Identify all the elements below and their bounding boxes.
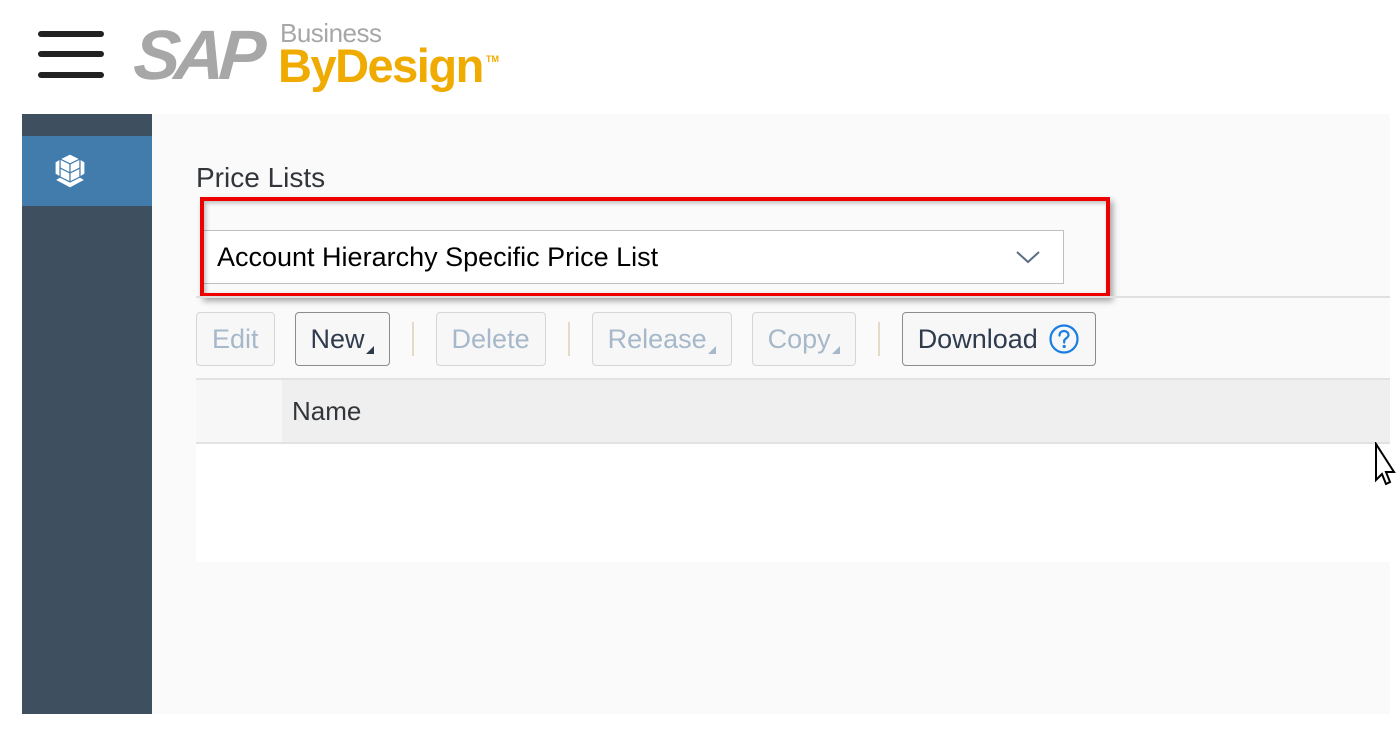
- release-button-label: Release: [607, 323, 707, 354]
- toolbar-separator: [877, 322, 880, 356]
- column-header-name-label: Name: [292, 395, 362, 426]
- toolbar: Edit New Delete Release Copy Download: [196, 312, 1096, 366]
- copy-button[interactable]: Copy: [751, 312, 856, 366]
- edit-button-label: Edit: [212, 323, 259, 354]
- delete-button-label: Delete: [451, 323, 530, 354]
- price-list-type-select[interactable]: Account Hierarchy Specific Price List: [202, 230, 1064, 284]
- column-header-name[interactable]: Name: [282, 380, 1390, 442]
- cube-icon: [53, 153, 87, 189]
- download-button-label: Download: [917, 323, 1038, 354]
- question-circle-icon[interactable]: [1048, 323, 1080, 355]
- chevron-down-icon[interactable]: [1015, 249, 1041, 265]
- logo-sap-text: SAP: [131, 16, 263, 94]
- menu-triangle-icon: [831, 346, 840, 354]
- new-button-label: New: [310, 323, 365, 354]
- menu-triangle-icon: [707, 346, 716, 354]
- release-button[interactable]: Release: [591, 312, 732, 366]
- toolbar-separator: [411, 322, 414, 356]
- copy-button-label: Copy: [767, 323, 831, 354]
- sidebar: [22, 114, 152, 714]
- section-divider: [196, 296, 1390, 298]
- edit-button[interactable]: Edit: [196, 312, 275, 366]
- logo-trademark: TM: [486, 54, 499, 64]
- menu-triangle-icon: [365, 346, 374, 354]
- sap-bydesign-logo: SAP Business ByDesign TM: [131, 14, 514, 94]
- logo-bydesign-text: ByDesign: [278, 39, 484, 92]
- page-title: Price Lists: [196, 162, 326, 193]
- hamburger-icon-bar: [38, 51, 104, 57]
- toolbar-separator: [567, 322, 570, 356]
- main-content: Price Lists Account Hierarchy Specific P…: [152, 114, 1390, 714]
- hamburger-menu-button[interactable]: [38, 30, 106, 80]
- hamburger-icon-bar: [38, 72, 104, 78]
- mouse-cursor-icon: [1375, 442, 1396, 486]
- select-value: Account Hierarchy Specific Price List: [217, 241, 659, 272]
- row-selector-column-header[interactable]: [196, 380, 282, 442]
- table-body-empty: [196, 444, 1390, 562]
- sidebar-item-products[interactable]: [22, 136, 152, 206]
- table-header: Name: [196, 378, 1390, 444]
- new-button[interactable]: New: [294, 312, 390, 366]
- delete-button[interactable]: Delete: [435, 312, 546, 366]
- app-header: SAP Business ByDesign TM: [0, 0, 1400, 112]
- download-button[interactable]: Download: [901, 312, 1096, 366]
- hamburger-icon-bar: [38, 31, 104, 37]
